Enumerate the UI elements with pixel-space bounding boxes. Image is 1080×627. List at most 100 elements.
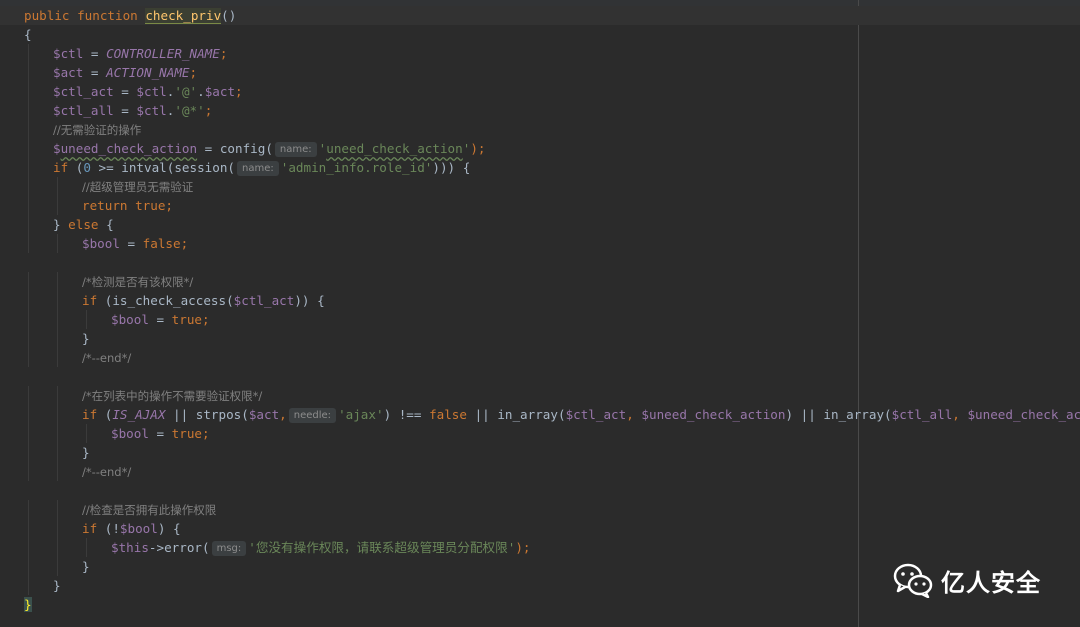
code-token: 'admin_info.role_id': [280, 160, 433, 175]
code-line[interactable]: $bool = true;: [0, 424, 1080, 443]
code-line[interactable]: if (!$bool) {: [0, 519, 1080, 538]
code-token: $uneed_check_action: [967, 407, 1080, 422]
code-line[interactable]: $bool = true;: [0, 310, 1080, 329]
code-token: $bool: [111, 426, 149, 441]
indent-guide: [86, 310, 87, 329]
code-token: ;: [204, 103, 213, 118]
indent-guide: [28, 63, 29, 82]
code-token: $act: [248, 407, 280, 422]
code-line[interactable]: $bool = false;: [0, 234, 1080, 253]
indent-guide: [28, 196, 29, 215]
code-line[interactable]: //检查是否拥有此操作权限: [0, 500, 1080, 519]
indent-guide: [86, 424, 87, 443]
code-content: $this->error(msg: '您没有操作权限，请联系超级管理员分配权限')…: [24, 540, 530, 556]
code-token: $bool: [82, 236, 120, 251]
code-line[interactable]: if (IS_AJAX || strpos($act, needle:'ajax'…: [0, 405, 1080, 424]
code-token: /*检测是否有该权限*/: [82, 275, 194, 289]
code-token: error(: [164, 540, 210, 555]
code-token: =: [113, 84, 137, 99]
code-line[interactable]: public function check_priv(): [0, 6, 1080, 25]
code-token: if: [82, 521, 98, 536]
code-content: } else {: [24, 217, 114, 232]
code-line[interactable]: if (is_check_access($ctl_act)) {: [0, 291, 1080, 310]
code-token: ACTION_NAME: [106, 65, 190, 80]
indent-guide: [28, 177, 29, 196]
code-token: .: [197, 84, 205, 99]
code-line[interactable]: $this->error(msg: '您没有操作权限，请联系超级管理员分配权限')…: [0, 538, 1080, 557]
code-content: return true;: [24, 198, 173, 213]
code-token: }: [53, 578, 61, 593]
code-content: public function check_priv(): [24, 8, 236, 24]
code-token: ) {: [157, 521, 181, 536]
code-line[interactable]: //超级管理员无需验证: [0, 177, 1080, 196]
code-token: 0: [83, 160, 91, 175]
code-line[interactable]: //无需验证的操作: [0, 120, 1080, 139]
indent-guide: [28, 424, 29, 443]
indent-guide: [28, 500, 29, 519]
code-token: ) !==: [383, 407, 430, 422]
indent-guide: [57, 462, 58, 481]
watermark-text: 亿人安全: [941, 568, 1041, 597]
code-line[interactable]: return true;: [0, 196, 1080, 215]
code-line[interactable]: /*在列表中的操作不需要验证权限*/: [0, 386, 1080, 405]
code-line[interactable]: [0, 481, 1080, 500]
code-content: //无需验证的操作: [24, 122, 141, 137]
code-line[interactable]: if (0 >= intval(session(name:'admin_info…: [0, 158, 1080, 177]
code-token: '您没有操作权限，请联系超级管理员分配权限': [248, 540, 516, 555]
code-content: $bool = false;: [24, 236, 188, 251]
code-token: ;: [180, 236, 189, 251]
code-token: $ctl: [53, 46, 84, 61]
code-token: ,: [626, 407, 642, 422]
code-line[interactable]: $ctl_all = $ctl.'@*';: [0, 101, 1080, 120]
code-token: $ctl_all: [891, 407, 953, 422]
code-token: true: [171, 312, 203, 327]
code-content: /*在列表中的操作不需要验证权限*/: [24, 388, 262, 403]
code-token: ))) {: [432, 160, 471, 175]
code-line[interactable]: }: [0, 329, 1080, 348]
indent-guide: [28, 44, 29, 63]
code-editor[interactable]: public function check_priv() {$ctl = CONT…: [0, 0, 1080, 627]
code-token: return true: [82, 198, 166, 213]
code-line[interactable]: $act = ACTION_NAME;: [0, 63, 1080, 82]
indent-guide: [28, 462, 29, 481]
code-token: $ctl_all: [53, 103, 114, 118]
indent-guide: [28, 310, 29, 329]
code-line[interactable]: {: [0, 25, 1080, 44]
indent-guide: [57, 329, 58, 348]
code-token: if: [53, 160, 69, 175]
code-line[interactable]: /*--end*/: [0, 348, 1080, 367]
code-line[interactable]: $uneed_check_action = config(name:'uneed…: [0, 139, 1080, 158]
code-token: =: [197, 141, 220, 156]
code-line[interactable]: $ctl = CONTROLLER_NAME;: [0, 44, 1080, 63]
code-line[interactable]: [0, 367, 1080, 386]
indent-guide: [28, 443, 29, 462]
code-token: $act: [204, 84, 236, 99]
code-line[interactable]: } else {: [0, 215, 1080, 234]
code-line[interactable]: [0, 253, 1080, 272]
indent-guide: [57, 538, 58, 557]
code-token: =: [83, 46, 107, 61]
code-token: check_priv: [145, 8, 222, 24]
code-line[interactable]: /*--end*/: [0, 462, 1080, 481]
code-token: //检查是否拥有此操作权限: [82, 503, 217, 517]
code-line[interactable]: $ctl_act = $ctl.'@'.$act;: [0, 82, 1080, 101]
code-area[interactable]: public function check_priv() {$ctl = CONT…: [0, 6, 1080, 614]
indent-guide: [57, 272, 58, 291]
code-content: $act = ACTION_NAME;: [24, 65, 197, 80]
indent-guide: [28, 291, 29, 310]
code-token: =: [113, 103, 137, 118]
code-content: $bool = true;: [24, 426, 210, 441]
parameter-hint: needle:: [288, 408, 337, 423]
parameter-hint: name:: [274, 142, 317, 157]
code-token: || in_array(: [466, 407, 566, 422]
code-token: ;: [202, 312, 210, 327]
indent-guide: [57, 291, 58, 310]
code-token: /*在列表中的操作不需要验证权限*/: [82, 389, 263, 403]
indent-guide: [28, 158, 29, 177]
code-token: true: [171, 426, 203, 441]
code-line[interactable]: /*检测是否有该权限*/: [0, 272, 1080, 291]
code-content: //超级管理员无需验证: [24, 179, 193, 194]
code-line[interactable]: }: [0, 443, 1080, 462]
code-token: )) {: [294, 293, 325, 308]
code-token: || strpos(: [165, 407, 249, 422]
